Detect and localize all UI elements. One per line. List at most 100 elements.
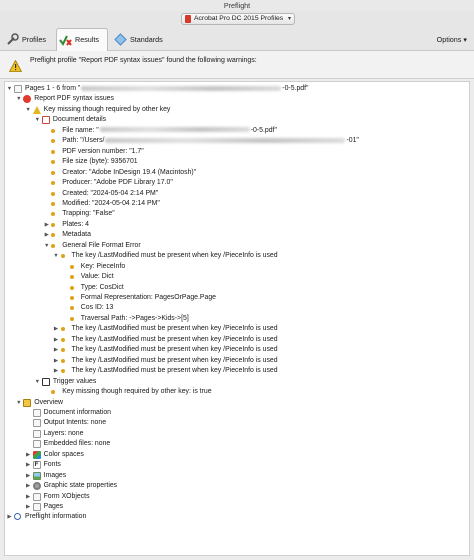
- tree-row-text: Created: "2024-05-04 2:14 PM": [62, 189, 159, 197]
- disclosure-open-icon[interactable]: ▼: [34, 115, 41, 125]
- profile-library-select[interactable]: Acrobat Pro DC 2015 Profiles ▾: [181, 13, 295, 25]
- tree-row-text: Traversal Path: ->Pages->Kids->[5]: [80, 314, 189, 322]
- tree-row-suffix: -0-5.pdf": [250, 126, 277, 134]
- disclosure-closed-icon[interactable]: ▶: [25, 471, 32, 481]
- options-label: Options: [436, 35, 462, 44]
- gear-icon: [32, 482, 41, 491]
- options-menu[interactable]: Options ▾: [437, 29, 467, 50]
- bullet-icon: [51, 390, 56, 395]
- doc-icon: [32, 419, 41, 428]
- tree-row-text: Type: CosDict: [80, 283, 124, 291]
- disclosure-closed-icon[interactable]: ▶: [25, 481, 32, 491]
- tree-preflight-information-label: Preflight information: [25, 512, 86, 522]
- tree-modified-label: Modified: "2024-05-04 2:14 PM": [62, 199, 160, 209]
- tree-row-text: Preflight information: [25, 513, 87, 521]
- disclosure-closed-icon[interactable]: ▶: [53, 366, 60, 376]
- bullet-icon: [60, 327, 65, 332]
- disclosure-closed-icon[interactable]: ▶: [43, 220, 50, 230]
- tab-standards[interactable]: Standards: [112, 29, 170, 50]
- tree-formal-rep-label: Formal Representation: PagesOrPage.Page: [81, 293, 216, 303]
- doc-icon: [32, 503, 41, 511]
- disclosure-closed-icon[interactable]: ▶: [43, 230, 50, 240]
- bullet-icon: [60, 337, 65, 342]
- tab-profiles[interactable]: Profiles: [4, 29, 54, 50]
- overview-icon: [23, 398, 32, 407]
- disclosure-open-icon[interactable]: ▼: [15, 94, 22, 104]
- profile-library-label: Acrobat Pro DC 2015 Profiles: [194, 15, 284, 22]
- tree-file-name-label: File name: " -0-5.pdf": [62, 126, 277, 136]
- bullet-icon: [51, 139, 56, 144]
- disclosure-closed-icon[interactable]: ▶: [53, 324, 60, 334]
- redacted-text: [81, 85, 282, 91]
- disclosure-open-icon[interactable]: ▼: [15, 398, 22, 408]
- tab-results[interactable]: Results: [56, 28, 108, 51]
- pdf-icon: [41, 116, 50, 125]
- tree-row-text: Document details: [52, 116, 107, 124]
- disclosure-closed-icon[interactable]: ▶: [25, 502, 32, 512]
- bullet-icon: [51, 170, 56, 175]
- tree-row-text: Key missing though required by other key…: [62, 388, 212, 396]
- results-tree[interactable]: ▼ Pages 1 - 6 from " -0-5.pdf" ▼ Report PDF …: [4, 81, 470, 556]
- disclosure-open-icon[interactable]: ▼: [6, 84, 13, 94]
- bullet-icon: [69, 316, 74, 321]
- bullet-icon: [51, 201, 56, 206]
- tree-fonts-label: Fonts: [44, 460, 61, 470]
- tree-producer-label: Producer: "Adobe PDF Library 17.0": [62, 178, 173, 188]
- tree-output-intents-label: Output Intents: none: [44, 418, 106, 428]
- disclosure-closed-icon[interactable]: ▶: [25, 460, 32, 470]
- tree-row-text: The key /LastModified must be present wh…: [71, 335, 278, 343]
- tree-row-text: Form XObjects: [43, 492, 90, 500]
- disclosure-open-icon[interactable]: ▼: [34, 377, 41, 387]
- tree-row-text: File name: ": [62, 126, 99, 134]
- disclosure-closed-icon[interactable]: ▶: [25, 492, 32, 502]
- tree-overview-label: Overview: [34, 398, 63, 408]
- disclosure-closed-icon[interactable]: ▶: [53, 356, 60, 366]
- tree-layers-label: Layers: none: [44, 429, 84, 439]
- colors-icon: [32, 450, 41, 459]
- tree-cos-id-label: Cos ID: 13: [81, 303, 114, 313]
- tree-row-text: The key /LastModified must be present wh…: [71, 346, 278, 354]
- tree-row-text: Metadata: [62, 231, 91, 239]
- bullet-icon: [60, 369, 65, 374]
- tree-lastmodified-6-label: The key /LastModified must be present wh…: [72, 366, 278, 376]
- tree-creator-label: Creator: "Adobe InDesign 19.4 (Macintosh…: [62, 168, 196, 178]
- bullet-icon: [69, 264, 74, 269]
- disclosure-open-icon[interactable]: ▼: [53, 251, 60, 261]
- bullet-icon: [51, 191, 56, 196]
- disclosure-closed-icon[interactable]: ▶: [25, 450, 32, 460]
- tree-row-text: Report PDF syntax issues: [34, 95, 114, 103]
- tree-lastmodified-5-label: The key /LastModified must be present wh…: [72, 356, 278, 366]
- tree-graphic-state-label: Graphic state properties: [44, 481, 118, 491]
- tree-row-text: File size (byte): 9356701: [62, 158, 138, 166]
- tree-value-label: Value: Dict: [81, 272, 114, 282]
- tree-key-missing-label: Key missing though required by other key: [44, 105, 171, 115]
- disclosure-closed-icon[interactable]: ▶: [53, 335, 60, 345]
- warn-icon: [32, 105, 41, 114]
- disclosure-open-icon[interactable]: ▼: [43, 241, 50, 251]
- chevron-down-icon: ▾: [287, 16, 291, 22]
- bullet-icon: [51, 181, 56, 186]
- tree-row-text: Pages: [43, 503, 64, 510]
- disclosure-open-icon[interactable]: ▼: [25, 105, 32, 115]
- tree-row-text: Key: PieceInfo: [80, 262, 126, 270]
- font-icon: F: [32, 461, 41, 470]
- results-icon: [59, 35, 72, 46]
- redacted-text: [99, 127, 250, 133]
- tree-row-text: General File Format Error: [62, 241, 141, 249]
- tree-row-text: The key /LastModified must be present wh…: [71, 252, 278, 260]
- bullet-icon: [51, 243, 56, 248]
- disclosure-closed-icon[interactable]: ▶: [6, 512, 13, 522]
- tree-row-text: The key /LastModified must be present wh…: [71, 367, 278, 375]
- disclosure-closed-icon[interactable]: ▶: [53, 345, 60, 355]
- tree-row-text: Key missing though required by other key: [43, 105, 171, 113]
